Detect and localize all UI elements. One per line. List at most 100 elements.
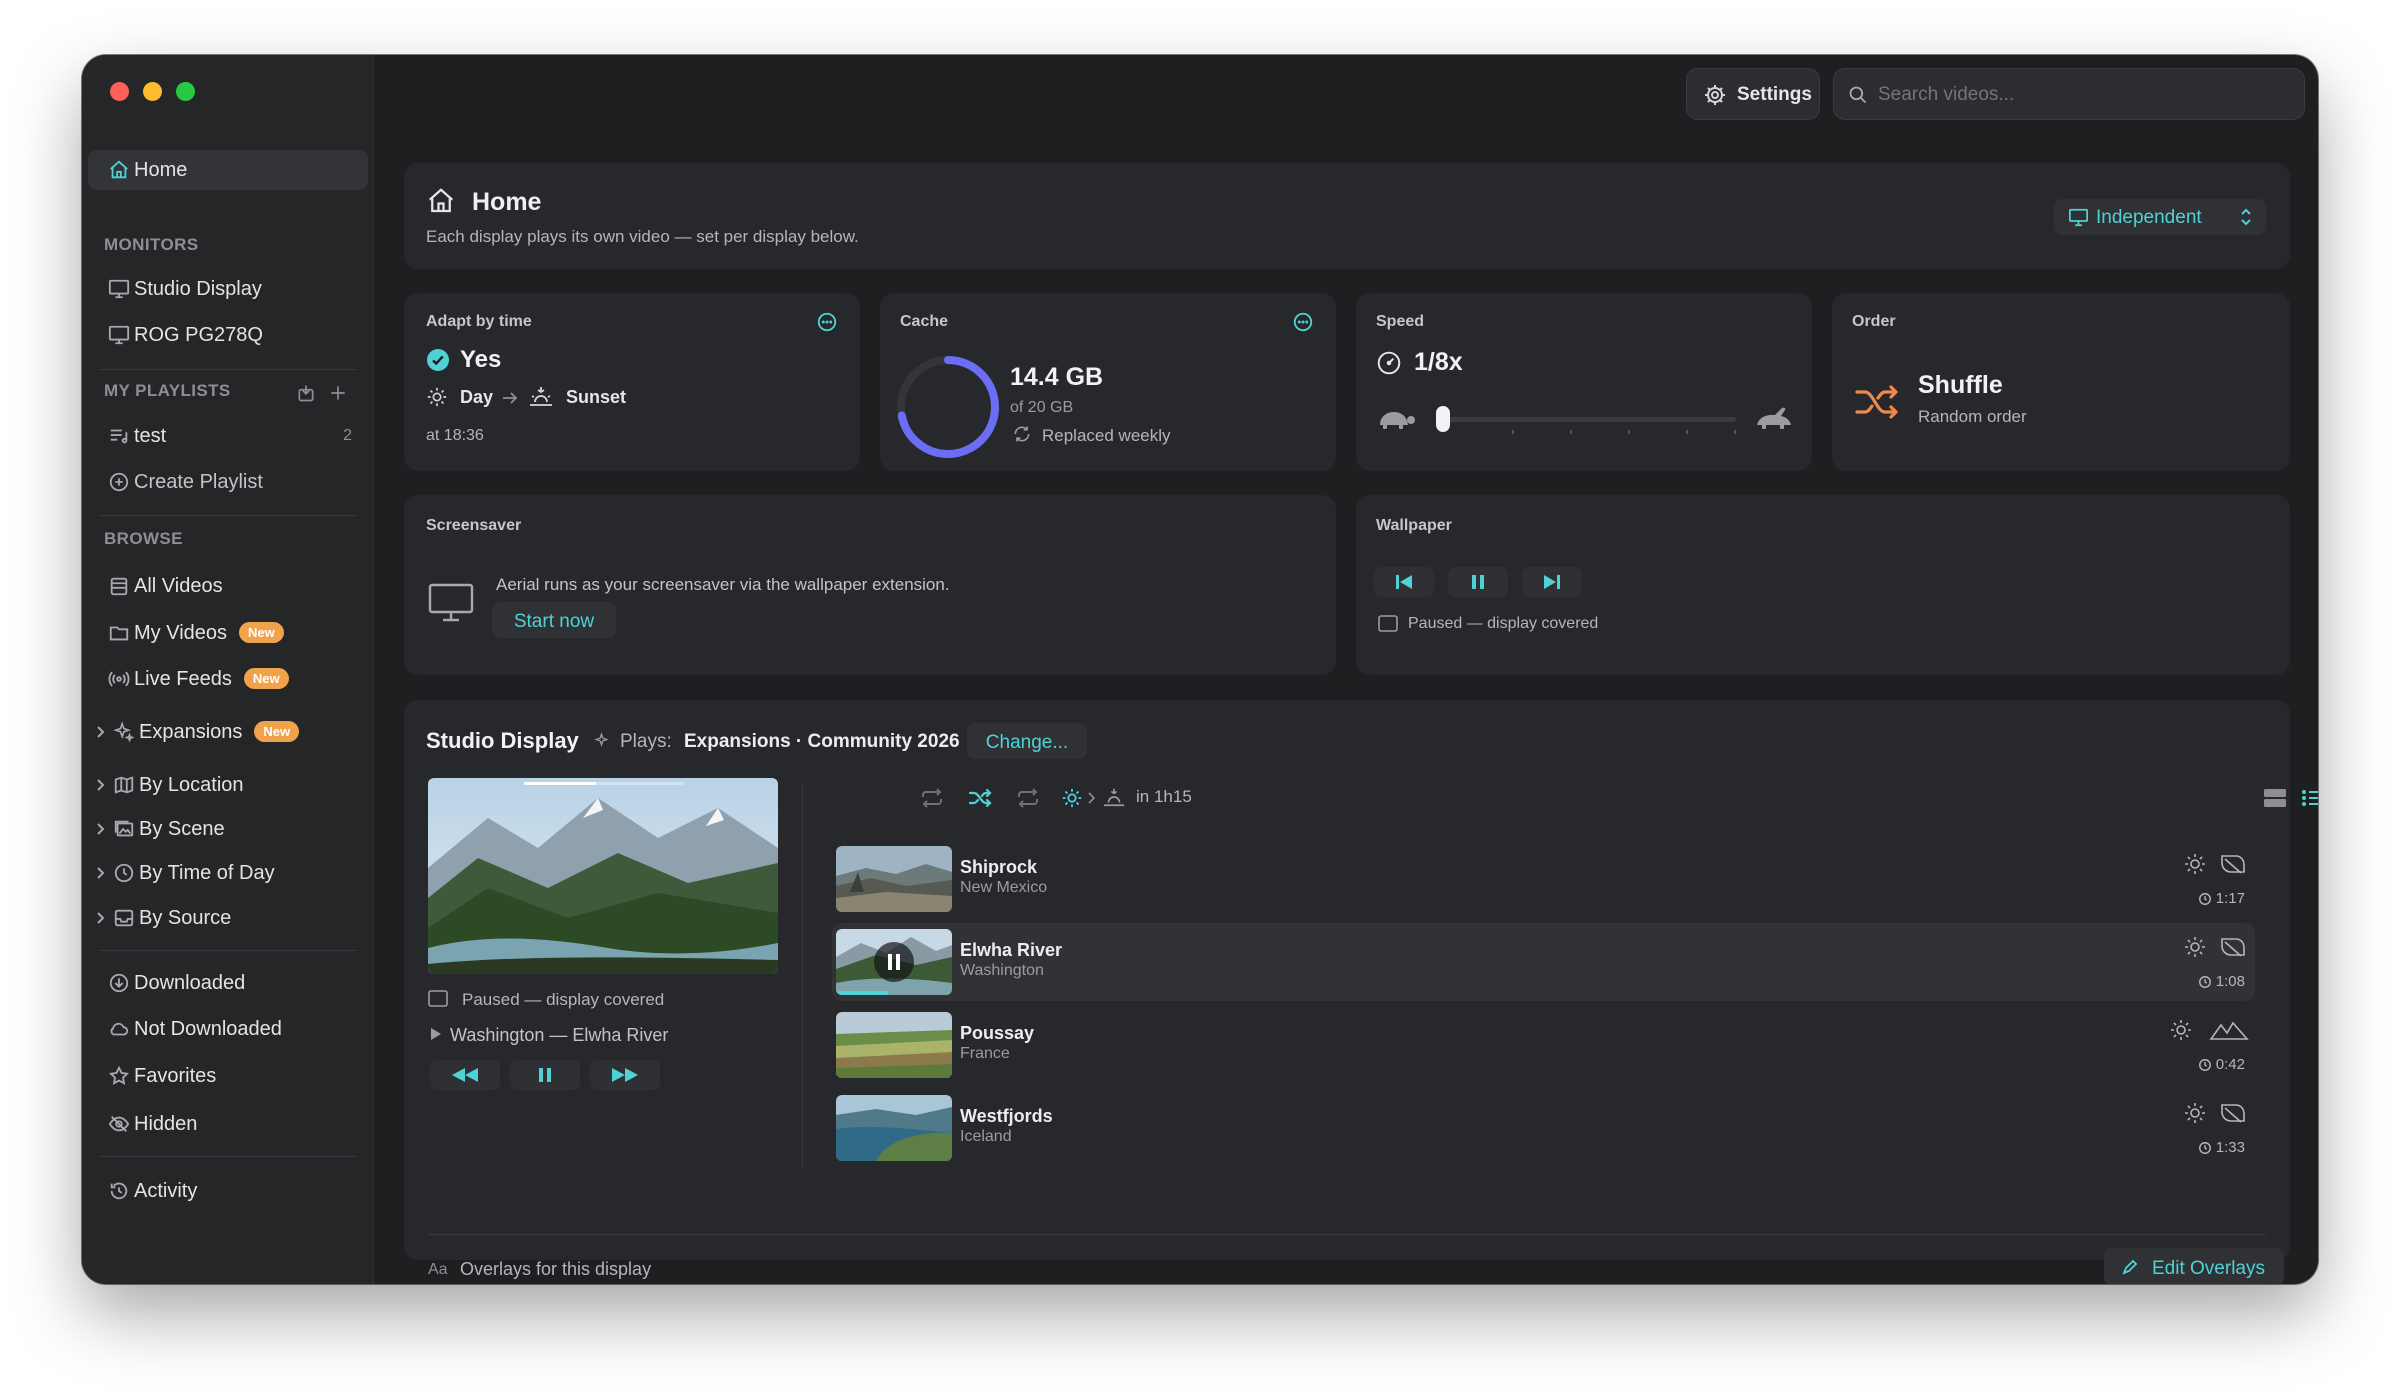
playlist-row[interactable]: Westfjords Iceland 1:33: [832, 1089, 2255, 1167]
rewind-button[interactable]: [430, 1060, 500, 1090]
video-location: France: [960, 1045, 1010, 1062]
start-now-button[interactable]: Start now: [492, 602, 616, 638]
sunset-icon: [530, 387, 552, 406]
next-button[interactable]: [1522, 567, 1582, 597]
slider-tick: [1570, 430, 1572, 434]
repeat-one-icon[interactable]: [1016, 788, 1040, 808]
sidebar-item-not-downloaded[interactable]: Not Downloaded: [88, 1009, 368, 1049]
playlist-row[interactable]: Poussay France 0:42: [832, 1006, 2255, 1084]
monitor-icon: [2069, 208, 2088, 227]
sparkles-icon: [113, 721, 135, 743]
pause-icon: [888, 954, 900, 970]
tray-icon: [114, 909, 134, 927]
add-playlist-icon[interactable]: [328, 383, 348, 403]
card-label: Adapt by time: [426, 313, 532, 330]
new-badge: New: [239, 622, 284, 643]
close-window-button[interactable]: [110, 82, 129, 101]
monitor-icon: [428, 583, 474, 622]
sidebar-item-studio-display[interactable]: Studio Display: [88, 269, 368, 309]
home-icon: [429, 188, 453, 213]
playlist-icon: [110, 429, 128, 444]
previous-button[interactable]: [1374, 567, 1434, 597]
speed-slider-thumb[interactable]: [1436, 406, 1450, 432]
more-options-icon[interactable]: [1292, 311, 1314, 333]
change-source-button[interactable]: Change...: [967, 723, 1087, 759]
clock-icon: [2198, 892, 2211, 905]
card-label: Order: [1852, 313, 1896, 330]
sidebar-item-expansions[interactable]: Expansions New: [88, 712, 368, 752]
chevron-right-icon[interactable]: [95, 912, 105, 924]
chevron-right-icon[interactable]: [95, 779, 105, 791]
grid-view-icon[interactable]: [2264, 788, 2286, 808]
broadcast-icon: [108, 671, 130, 687]
row-progress-fill: [836, 991, 889, 995]
video-title: Poussay: [960, 1023, 1035, 1043]
pause-button[interactable]: [1448, 567, 1508, 597]
next-change-in: in 1h15: [1136, 787, 1192, 806]
settings-button[interactable]: Settings: [1686, 68, 1820, 120]
sidebar-item-favorites[interactable]: Favorites: [88, 1056, 368, 1096]
display-mode-select[interactable]: Independent: [2054, 199, 2266, 235]
display-covered-icon: [428, 990, 448, 1007]
new-badge: New: [254, 721, 300, 742]
fast-forward-icon: [612, 1068, 638, 1082]
speedometer-icon: [1377, 351, 1401, 375]
sidebar-item-create-playlist[interactable]: Create Playlist: [88, 462, 368, 502]
sidebar-item-by-location[interactable]: By Location: [88, 765, 368, 805]
sidebar-item-home[interactable]: Home: [88, 150, 368, 190]
sidebar-item-my-videos[interactable]: My Videos New: [88, 613, 368, 653]
skip-back-icon: [1396, 575, 1412, 589]
sidebar-item-all-videos[interactable]: All Videos: [88, 566, 368, 606]
overlays-divider: [428, 1234, 2266, 1235]
duration-text: 1:17: [2215, 890, 2245, 907]
order-card[interactable]: Order Shuffle Random order: [1832, 293, 2290, 471]
fast-forward-button[interactable]: [590, 1060, 660, 1090]
chevron-right-icon[interactable]: [95, 823, 105, 835]
sidebar-item-live-feeds[interactable]: Live Feeds New: [88, 659, 368, 699]
shuffle-icon[interactable]: [968, 788, 992, 808]
chevron-right-icon: [1088, 792, 1095, 804]
zoom-window-button[interactable]: [176, 82, 195, 101]
sidebar-item-activity[interactable]: Activity: [88, 1171, 368, 1211]
sidebar-item-playlist-test[interactable]: test 2: [88, 416, 368, 456]
pause-overlay[interactable]: [874, 942, 914, 982]
monitor-icon: [108, 279, 130, 299]
photo-stack-icon: [114, 820, 134, 837]
playlist-row[interactable]: Shiprock New Mexico 1:17: [832, 840, 2255, 918]
edit-overlays-button[interactable]: Edit Overlays: [2104, 1248, 2284, 1284]
video-thumbnail: [836, 929, 952, 995]
change-label: Change...: [985, 732, 1069, 753]
chevron-right-icon[interactable]: [95, 867, 105, 879]
sidebar-item-downloaded[interactable]: Downloaded: [88, 963, 368, 1003]
list-view-icon[interactable]: [2302, 788, 2318, 808]
video-location: Iceland: [960, 1128, 1012, 1145]
sidebar-item-rog-pg278q[interactable]: ROG PG278Q: [88, 315, 368, 355]
star-icon: [108, 1065, 130, 1085]
minimize-window-button[interactable]: [143, 82, 162, 101]
sidebar-item-by-scene[interactable]: By Scene: [88, 809, 368, 849]
import-playlist-icon[interactable]: [296, 383, 316, 403]
playlist-row-active[interactable]: Elwha River Washington 1:08: [832, 923, 2255, 1001]
cache-card[interactable]: Cache 14.4 GB of 20 GB Replaced weekly: [880, 293, 1336, 471]
display-mode-value: Independent: [2096, 207, 2202, 228]
shuffle-icon: [1855, 385, 1898, 419]
chevron-right-icon[interactable]: [95, 726, 105, 738]
sidebar-item-by-time-of-day[interactable]: By Time of Day: [88, 853, 368, 893]
sidebar-item-by-source[interactable]: By Source: [88, 898, 368, 938]
sidebar-item-label: By Source: [139, 907, 232, 929]
sun-icon: [2185, 1103, 2205, 1123]
display-pause-button[interactable]: [510, 1060, 580, 1090]
search-field[interactable]: [1833, 68, 2305, 120]
video-preview[interactable]: [428, 778, 778, 974]
repeat-icon[interactable]: [920, 788, 944, 808]
adapt-to: Sunset: [566, 387, 627, 407]
sun-icon: [427, 387, 447, 407]
adapt-by-time-card[interactable]: Adapt by time Yes Day Sunset at 18:36: [404, 293, 860, 471]
speed-card[interactable]: Speed 1/8x: [1356, 293, 1812, 471]
sidebar-item-hidden[interactable]: Hidden: [88, 1104, 368, 1144]
new-badge: New: [243, 668, 289, 689]
more-options-icon[interactable]: [816, 311, 838, 333]
order-value: Shuffle: [1918, 371, 2003, 399]
speed-slider-track[interactable]: [1436, 417, 1736, 422]
search-input[interactable]: [1878, 81, 2278, 109]
